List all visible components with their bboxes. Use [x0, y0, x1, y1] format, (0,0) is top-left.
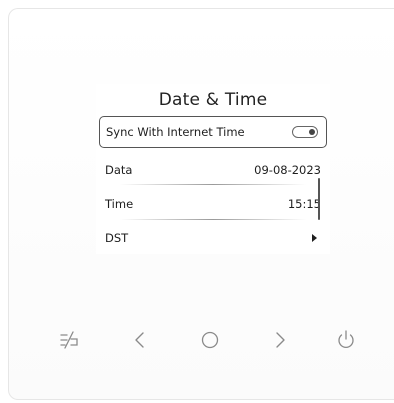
chevron-right-icon: [312, 234, 317, 242]
power-icon[interactable]: [334, 328, 358, 352]
row-label: Sync With Internet Time: [106, 125, 245, 139]
row-divider: [120, 184, 306, 185]
row-value: 15:15: [287, 197, 321, 211]
row-divider: [120, 219, 306, 220]
row-label: DST: [105, 231, 129, 245]
row-dst[interactable]: DST: [99, 222, 327, 254]
toggle-knob: [309, 129, 315, 135]
chevron-left-icon[interactable]: [128, 328, 152, 352]
sync-toggle[interactable]: [292, 126, 318, 138]
row-value: 09-08-2023: [254, 163, 321, 177]
screen-title: Date & Time: [158, 90, 268, 110]
scrollbar[interactable]: [318, 178, 320, 220]
control-bar: [0, 320, 394, 360]
chevron-right-icon[interactable]: [268, 328, 292, 352]
row-time[interactable]: Time 15:15: [99, 188, 327, 220]
circle-home-icon[interactable]: [198, 328, 222, 352]
row-label: Time: [105, 197, 134, 211]
display-toggle-icon[interactable]: [58, 328, 82, 352]
row-date[interactable]: Data 09-08-2023: [99, 154, 327, 186]
row-label: Data: [105, 163, 133, 177]
row-sync-internet-time[interactable]: Sync With Internet Time: [99, 116, 327, 148]
display-screen: Date & Time Sync With Internet Time Data…: [96, 84, 330, 254]
